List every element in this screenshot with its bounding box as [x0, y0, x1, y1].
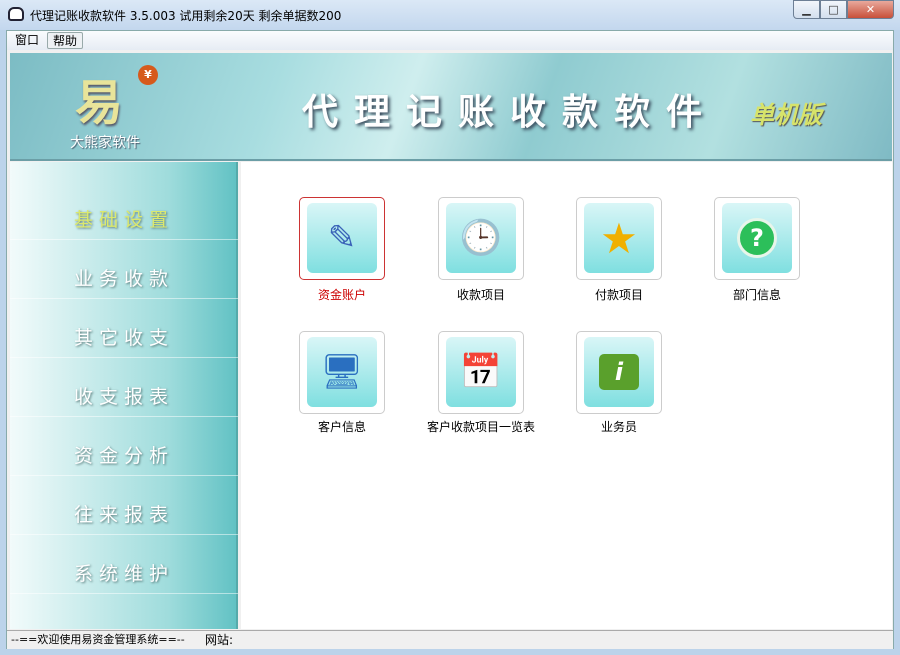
fund-account-label[interactable]: 资金账户: [272, 286, 412, 303]
yen-icon: ¥: [138, 65, 158, 85]
welcome-text: --==欢迎使用易资金管理系统==--: [11, 633, 185, 646]
salesperson-tile[interactable]: i: [576, 331, 662, 414]
payment-items-tile[interactable]: ★: [576, 197, 662, 280]
brand-name: 大熊家软件: [70, 135, 140, 151]
star-icon: ★: [584, 203, 654, 273]
globe-monitor-icon: 🖥: [307, 337, 377, 407]
maximize-button[interactable]: □: [820, 0, 847, 19]
customer-info-tile[interactable]: 🖥: [299, 331, 385, 414]
menu-window[interactable]: 窗口: [10, 32, 44, 49]
receipt-items-label[interactable]: 收款项目: [411, 286, 551, 303]
customer-receipt-list-tile[interactable]: 📅: [438, 331, 524, 414]
pencil-tray-icon: ✎: [307, 203, 377, 273]
close-button[interactable]: ✕: [847, 0, 894, 19]
status-bar: --==欢迎使用易资金管理系统==-- 网站:: [7, 630, 893, 649]
calendar-clock-icon: 📅: [446, 337, 516, 407]
sidebar-item-system-maintenance[interactable]: 系统维护: [10, 554, 238, 594]
salesperson-label[interactable]: 业务员: [549, 418, 689, 435]
menu-bar: 窗口 帮助: [7, 31, 893, 50]
sidebar-item-basic-settings[interactable]: 基础设置: [10, 200, 238, 240]
minimize-button[interactable]: ▁: [793, 0, 820, 19]
payment-items-label[interactable]: 付款项目: [549, 286, 689, 303]
sidebar-item-other-income-expense[interactable]: 其它收支: [10, 318, 238, 358]
menu-help[interactable]: 帮助: [47, 32, 84, 49]
clock-icon: 🕒: [446, 203, 516, 273]
sidebar-item-account-reports[interactable]: 往来报表: [10, 495, 238, 535]
logo-icon: 易: [75, 75, 124, 131]
website-label: 网站:: [205, 633, 234, 647]
edition-label: 单机版: [750, 101, 822, 129]
sidebar: 基础设置 业务收款 其它收支 收支报表 资金分析 往来报表 系统维护: [10, 162, 238, 629]
banner: 易 ¥ 大熊家软件 代理记账收款软件 单机版: [10, 53, 892, 161]
content-area: ✎ 资金账户 🕒 收款项目 ★ 付款项目 ? 部门信息 🖥 客户信息 📅 客户收…: [241, 162, 892, 629]
sidebar-item-income-expense-reports[interactable]: 收支报表: [10, 377, 238, 417]
title-bar: 代理记账收款软件 3.5.003 试用剩余20天 剩余单据数200 ▁ □ ✕: [0, 0, 900, 30]
info-bubble-icon: i: [599, 354, 639, 390]
app-icon: [8, 7, 24, 21]
fund-account-tile[interactable]: ✎: [299, 197, 385, 280]
department-info-tile[interactable]: ?: [714, 197, 800, 280]
customer-info-label[interactable]: 客户信息: [272, 418, 412, 435]
department-info-label[interactable]: 部门信息: [687, 286, 827, 303]
banner-title: 代理记账收款软件: [302, 92, 719, 133]
question-icon: ?: [737, 218, 777, 258]
customer-receipt-list-label[interactable]: 客户收款项目一览表: [411, 418, 551, 435]
sidebar-item-fund-analysis[interactable]: 资金分析: [10, 436, 238, 476]
window-title: 代理记账收款软件 3.5.003 试用剩余20天 剩余单据数200: [30, 9, 342, 23]
main-window: 窗口 帮助 易 ¥ 大熊家软件 代理记账收款软件 单机版 基础设置 业务收款 其…: [6, 30, 894, 649]
sidebar-item-business-receipts[interactable]: 业务收款: [10, 259, 238, 299]
receipt-items-tile[interactable]: 🕒: [438, 197, 524, 280]
